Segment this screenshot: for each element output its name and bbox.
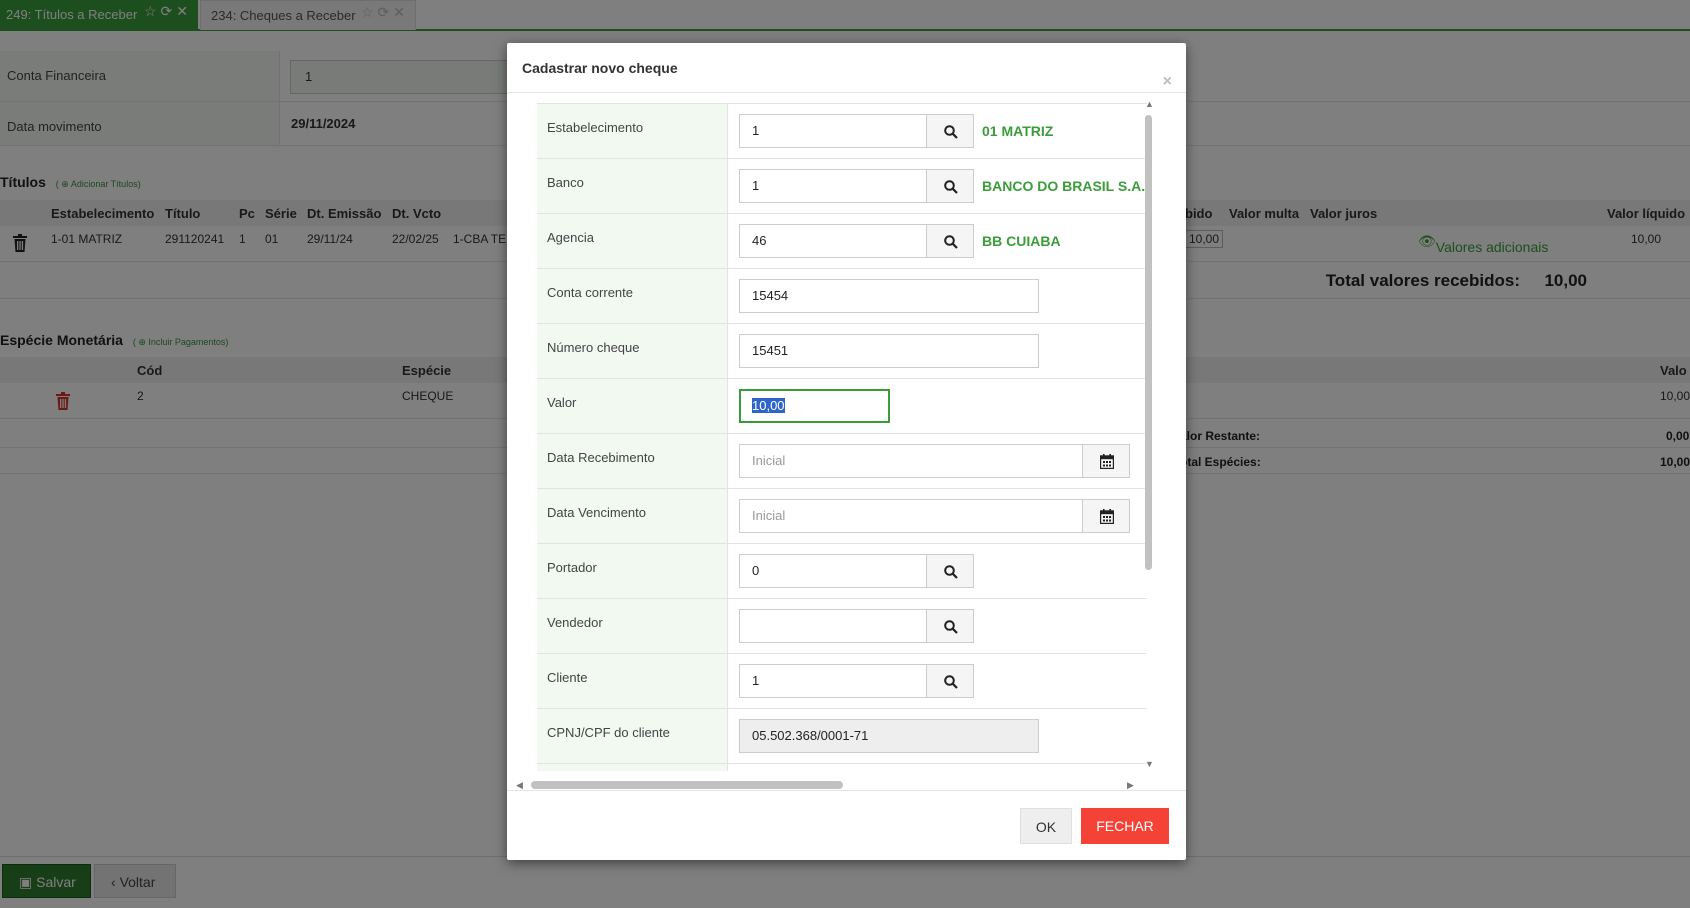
numero-cheque-input[interactable]: 15451 bbox=[739, 334, 1039, 368]
valor-input[interactable]: 10,00 bbox=[739, 389, 890, 423]
modal-footer: OK FECHAR bbox=[507, 790, 1186, 860]
vendedor-row: Vendedor bbox=[537, 598, 1147, 654]
agencia-label: Agencia bbox=[537, 214, 728, 269]
agencia-description: BB CUIABA bbox=[982, 233, 1061, 249]
modal-title: Cadastrar novo cheque bbox=[522, 60, 678, 76]
search-icon bbox=[944, 180, 958, 194]
search-icon bbox=[944, 675, 958, 689]
close-icon[interactable]: × bbox=[1163, 73, 1172, 91]
calendar-icon bbox=[1100, 454, 1114, 469]
vendedor-input[interactable] bbox=[739, 609, 927, 643]
modal-header: Cadastrar novo cheque × bbox=[507, 43, 1186, 93]
cliente-label: Cliente bbox=[537, 654, 728, 709]
portador-row: Portador 0 bbox=[537, 543, 1147, 599]
data-vencimento-label: Data Vencimento bbox=[537, 489, 728, 544]
conta-corrente-row: Conta corrente 15454 bbox=[537, 268, 1147, 324]
data-recebimento-label: Data Recebimento bbox=[537, 434, 728, 489]
data-vencimento-row: Data Vencimento Inicial bbox=[537, 488, 1147, 544]
banco-label: Banco bbox=[537, 159, 728, 214]
data-recebimento-input[interactable]: Inicial bbox=[739, 444, 1083, 478]
agencia-input[interactable]: 46 bbox=[739, 224, 927, 258]
ok-button[interactable]: OK bbox=[1020, 808, 1072, 844]
estabelecimento-row: Estabelecimento 1 01 MATRIZ bbox=[537, 103, 1147, 159]
calendar-icon bbox=[1100, 509, 1114, 524]
data-recebimento-calendar-button[interactable] bbox=[1082, 444, 1130, 478]
conta-corrente-label: Conta corrente bbox=[537, 269, 728, 324]
valor-selected-text: 10,00 bbox=[752, 398, 785, 413]
fechar-button[interactable]: FECHAR bbox=[1081, 808, 1169, 844]
search-icon bbox=[944, 125, 958, 139]
agencia-row: Agencia 46 BB CUIABA bbox=[537, 213, 1147, 269]
estabelecimento-description: 01 MATRIZ bbox=[982, 123, 1054, 139]
search-icon bbox=[944, 565, 958, 579]
banco-description: BANCO DO BRASIL S.A. bbox=[982, 178, 1146, 194]
data-vencimento-calendar-button[interactable] bbox=[1082, 499, 1130, 533]
next-row-partial bbox=[537, 763, 1147, 771]
portador-input[interactable]: 0 bbox=[739, 554, 927, 588]
data-vencimento-input[interactable]: Inicial bbox=[739, 499, 1083, 533]
search-icon bbox=[944, 235, 958, 249]
vendedor-label: Vendedor bbox=[537, 599, 728, 654]
banco-search-button[interactable] bbox=[926, 169, 974, 203]
valor-label: Valor bbox=[537, 379, 728, 434]
scroll-up-arrow[interactable]: ▲ bbox=[1145, 99, 1154, 109]
estabelecimento-search-button[interactable] bbox=[926, 114, 974, 148]
cpf-cnpj-input: 05.502.368/0001-71 bbox=[739, 719, 1039, 753]
numero-cheque-row: Número cheque 15451 bbox=[537, 323, 1147, 379]
conta-corrente-input[interactable]: 15454 bbox=[739, 279, 1039, 313]
valor-row: Valor 10,00 bbox=[537, 378, 1147, 434]
horizontal-scrollbar-thumb[interactable] bbox=[531, 781, 843, 789]
portador-search-button[interactable] bbox=[926, 554, 974, 588]
scroll-down-arrow[interactable]: ▼ bbox=[1145, 759, 1154, 769]
banco-input[interactable]: 1 bbox=[739, 169, 927, 203]
search-icon bbox=[944, 620, 958, 634]
agencia-search-button[interactable] bbox=[926, 224, 974, 258]
estabelecimento-label: Estabelecimento bbox=[537, 104, 728, 159]
portador-label: Portador bbox=[537, 544, 728, 599]
scroll-left-arrow[interactable]: ◀ bbox=[516, 780, 523, 791]
modal-form: Estabelecimento 1 01 MATRIZ Banco 1 BANC… bbox=[537, 103, 1147, 771]
vertical-scrollbar-thumb[interactable] bbox=[1145, 115, 1152, 570]
scroll-right-arrow[interactable]: ▶ bbox=[1127, 780, 1134, 791]
cpf-cnpj-label: CPNJ/CPF do cliente bbox=[537, 709, 728, 764]
estabelecimento-input[interactable]: 1 bbox=[739, 114, 927, 148]
cliente-search-button[interactable] bbox=[926, 664, 974, 698]
cliente-input[interactable]: 1 bbox=[739, 664, 927, 698]
banco-row: Banco 1 BANCO DO BRASIL S.A. bbox=[537, 158, 1147, 214]
partial-label-cell bbox=[537, 764, 728, 771]
data-recebimento-row: Data Recebimento Inicial bbox=[537, 433, 1147, 489]
cliente-row: Cliente 1 bbox=[537, 653, 1147, 709]
cpf-cnpj-row: CPNJ/CPF do cliente 05.502.368/0001-71 bbox=[537, 708, 1147, 764]
vendedor-search-button[interactable] bbox=[926, 609, 974, 643]
cadastrar-cheque-modal: Cadastrar novo cheque × Estabelecimento … bbox=[507, 43, 1186, 860]
numero-cheque-label: Número cheque bbox=[537, 324, 728, 379]
